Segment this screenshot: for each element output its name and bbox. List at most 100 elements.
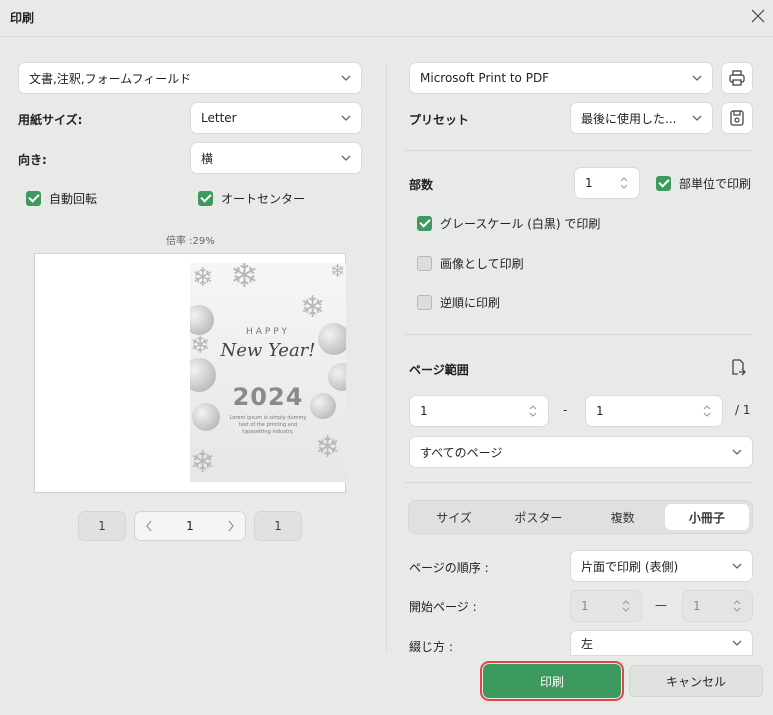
chevron-down-icon bbox=[732, 563, 742, 569]
auto-rotate-label: 自動回転 bbox=[49, 192, 98, 206]
column-divider bbox=[386, 64, 387, 652]
last-page-button[interactable]: 1 bbox=[254, 511, 302, 541]
tab-multiple[interactable]: 複数 bbox=[581, 504, 665, 530]
content-select-value: 文書,注釈,フォームフィールド bbox=[29, 71, 192, 86]
chevron-down-icon bbox=[692, 115, 702, 121]
card-body: Lorem ipsum is simply dummy text of the … bbox=[229, 415, 307, 435]
page-subset-select[interactable]: すべてのページ bbox=[409, 436, 753, 468]
binding-label: 綴じ方 : bbox=[409, 640, 453, 654]
page-navigator: 1 bbox=[134, 511, 246, 541]
range-to-stepper[interactable]: 1 bbox=[585, 395, 723, 427]
layout-tabs: サイズ ポスター 複数 小冊子 bbox=[408, 500, 753, 534]
snowflake-icon: ❄ bbox=[192, 263, 214, 293]
range-from-stepper[interactable]: 1 bbox=[409, 395, 549, 427]
snowflake-icon: ❄ bbox=[330, 263, 346, 282]
tab-booklet[interactable]: 小冊子 bbox=[664, 504, 749, 530]
printer-properties-button[interactable] bbox=[721, 62, 753, 94]
range-to-value: 1 bbox=[596, 404, 604, 418]
zoom-label: 倍率 :29% bbox=[166, 236, 215, 247]
collate-checkbox[interactable]: 部単位で印刷 bbox=[656, 175, 751, 192]
tab-poster[interactable]: ポスター bbox=[496, 504, 580, 530]
first-page-button[interactable]: 1 bbox=[78, 511, 126, 541]
checkbox-checked-icon bbox=[656, 176, 671, 191]
printer-select[interactable]: Microsoft Print to PDF bbox=[409, 62, 713, 94]
section-divider bbox=[405, 482, 753, 483]
start-to-stepper[interactable]: 1 bbox=[682, 590, 753, 622]
print-button[interactable]: 印刷 bbox=[480, 661, 624, 701]
card-year: 2024 bbox=[232, 383, 304, 411]
cancel-button[interactable]: キャンセル bbox=[629, 665, 763, 697]
snowflake-icon: ❄ bbox=[315, 430, 341, 465]
preset-value: 最後に使用した... bbox=[581, 111, 677, 126]
checkbox-unchecked-icon bbox=[417, 256, 432, 271]
preview-card: ❄ ❄ ❄ ❄ ❄ ❄ ❄ HAPPY New Year! 2024 Lorem… bbox=[190, 263, 346, 482]
tab-size[interactable]: サイズ bbox=[412, 504, 496, 530]
reverse-checkbox[interactable]: 逆順に印刷 bbox=[417, 294, 500, 311]
copies-stepper[interactable]: 1 bbox=[574, 167, 640, 199]
stepper-arrows-icon[interactable] bbox=[621, 597, 631, 615]
checkbox-unchecked-icon bbox=[417, 295, 432, 310]
section-divider bbox=[405, 334, 753, 335]
orientation-select[interactable]: 横 bbox=[190, 142, 362, 174]
start-from-stepper[interactable]: 1 bbox=[570, 590, 642, 622]
page-order-label: ページの順序 : bbox=[409, 561, 489, 575]
title-divider bbox=[0, 36, 773, 37]
chevron-down-icon bbox=[341, 115, 351, 121]
preset-select[interactable]: 最後に使用した... bbox=[570, 102, 713, 134]
auto-rotate-checkbox[interactable]: 自動回転 bbox=[26, 190, 97, 207]
collate-label: 部単位で印刷 bbox=[679, 177, 752, 191]
stepper-arrows-icon[interactable] bbox=[528, 402, 538, 420]
chevron-down-icon bbox=[732, 640, 742, 646]
range-from-value: 1 bbox=[420, 404, 428, 418]
checkbox-checked-icon bbox=[198, 191, 213, 206]
auto-center-label: オートセンター bbox=[221, 192, 306, 206]
start-page-label: 開始ページ : bbox=[409, 600, 477, 614]
page-range-label: ページ範囲 bbox=[409, 363, 469, 377]
snowflake-icon: ❄ bbox=[300, 290, 326, 325]
printer-icon bbox=[729, 70, 745, 86]
chevron-down-icon bbox=[692, 75, 702, 81]
content-select[interactable]: 文書,注釈,フォームフィールド bbox=[18, 62, 362, 94]
page-subset-value: すべてのページ bbox=[420, 445, 503, 460]
chevron-right-icon[interactable] bbox=[227, 520, 235, 532]
card-new-year: New Year! bbox=[220, 340, 316, 361]
snowflake-icon: ❄ bbox=[230, 263, 259, 296]
checkbox-checked-icon bbox=[26, 191, 41, 206]
stepper-arrows-icon[interactable] bbox=[732, 597, 742, 615]
close-icon[interactable] bbox=[750, 8, 766, 24]
orientation-label: 向き: bbox=[18, 153, 47, 167]
auto-center-checkbox[interactable]: オートセンター bbox=[198, 190, 305, 207]
chevron-left-icon[interactable] bbox=[145, 520, 153, 532]
preset-label: プリセット bbox=[409, 113, 470, 127]
as-image-label: 画像として印刷 bbox=[440, 257, 524, 271]
as-image-checkbox[interactable]: 画像として印刷 bbox=[417, 255, 524, 272]
page-order-select[interactable]: 片面で印刷 (表側) bbox=[570, 550, 753, 582]
page-order-value: 片面で印刷 (表側) bbox=[581, 559, 679, 574]
range-dash: - bbox=[563, 403, 568, 417]
grayscale-checkbox[interactable]: グレースケール (白黒) で印刷 bbox=[417, 215, 600, 232]
paper-size-label: 用紙サイズ: bbox=[18, 113, 83, 127]
printer-value: Microsoft Print to PDF bbox=[420, 71, 550, 85]
stepper-arrows-icon[interactable] bbox=[619, 174, 629, 192]
chevron-down-icon bbox=[732, 449, 742, 455]
chevron-down-icon bbox=[341, 75, 351, 81]
save-preset-button[interactable] bbox=[721, 102, 753, 134]
copies-value: 1 bbox=[585, 176, 593, 190]
checkbox-checked-icon bbox=[417, 216, 432, 231]
orientation-value: 横 bbox=[201, 151, 214, 166]
save-icon bbox=[730, 110, 744, 126]
card-happy: HAPPY bbox=[245, 327, 291, 337]
stepper-arrows-icon[interactable] bbox=[702, 402, 712, 420]
reverse-label: 逆順に印刷 bbox=[440, 296, 501, 310]
page-range-icon[interactable] bbox=[729, 358, 747, 378]
window-title: 印刷 bbox=[10, 11, 35, 25]
current-page[interactable]: 1 bbox=[186, 519, 194, 533]
start-dash: — bbox=[655, 598, 667, 612]
paper-size-select[interactable]: Letter bbox=[190, 102, 362, 134]
paper-size-value: Letter bbox=[201, 111, 237, 125]
snowflake-icon: ❄ bbox=[190, 445, 216, 480]
range-total: / 1 bbox=[735, 403, 751, 417]
binding-select[interactable]: 左 bbox=[570, 630, 753, 656]
start-from-value: 1 bbox=[581, 599, 589, 613]
grayscale-label: グレースケール (白黒) で印刷 bbox=[440, 217, 601, 231]
